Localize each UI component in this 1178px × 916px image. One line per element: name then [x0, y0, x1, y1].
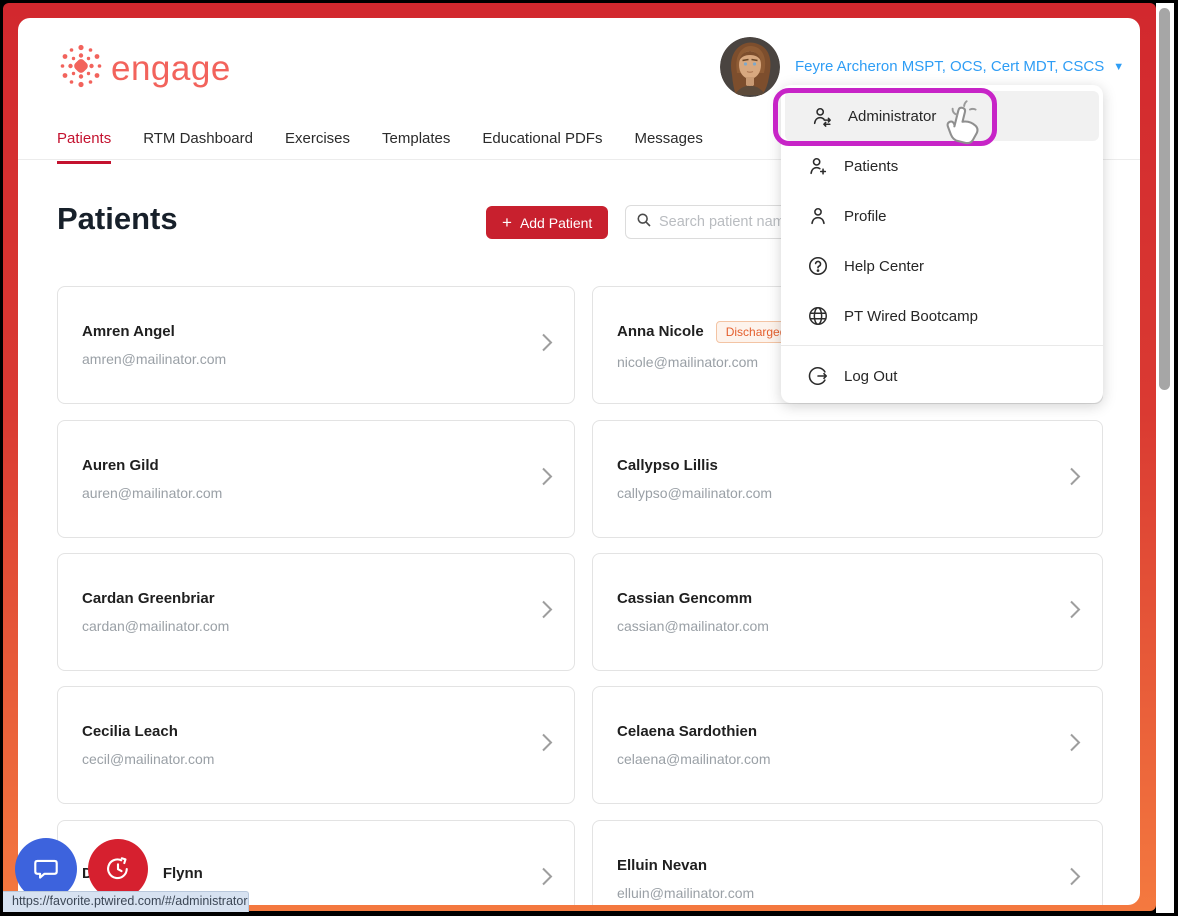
- patient-name: Cassian Gencomm: [617, 590, 753, 607]
- plus-icon: +: [502, 212, 512, 232]
- chevron-right-icon: [540, 598, 554, 627]
- menu-item-profile[interactable]: Profile: [781, 191, 1103, 241]
- patient-card[interactable]: Callypso Lillis callypso@mailinator.com: [592, 420, 1103, 538]
- menu-item-administrator[interactable]: Administrator: [785, 91, 1099, 141]
- patient-card[interactable]: Cecilia Leach cecil@mailinator.com: [57, 686, 575, 804]
- timer-button[interactable]: [88, 839, 148, 899]
- tab-templates[interactable]: Templates: [382, 130, 450, 164]
- chevron-right-icon: [540, 331, 554, 360]
- patient-email: elluin@mailinator.com: [617, 885, 755, 901]
- tab-rtm-dashboard[interactable]: RTM Dashboard: [143, 130, 253, 164]
- avatar[interactable]: [720, 37, 780, 97]
- brand-logo: engage: [57, 42, 231, 95]
- patient-email: auren@mailinator.com: [82, 485, 223, 501]
- scrollbar-track[interactable]: [1156, 3, 1174, 913]
- screen: engage Feyre Archeron MSPT, OCS, Cert MD…: [0, 0, 1178, 916]
- menu-item-label: PT Wired Bootcamp: [844, 307, 978, 325]
- patient-card[interactable]: Cassian Gencomm cassian@mailinator.com: [592, 553, 1103, 671]
- patient-email: cassian@mailinator.com: [617, 618, 769, 634]
- menu-item-label: Profile: [844, 207, 887, 225]
- main-nav: Patients RTM Dashboard Exercises Templat…: [57, 130, 703, 164]
- engage-logo-icon: [57, 42, 105, 95]
- user-menu-trigger[interactable]: Feyre Archeron MSPT, OCS, Cert MDT, CSCS…: [795, 58, 1124, 75]
- patient-email: amren@mailinator.com: [82, 351, 227, 367]
- patient-card[interactable]: Amren Angel amren@mailinator.com: [57, 286, 575, 404]
- menu-divider: [781, 345, 1103, 346]
- person-icon: [807, 205, 829, 227]
- chevron-right-icon: [540, 865, 554, 894]
- menu-item-label: Help Center: [844, 257, 925, 275]
- tab-educational-pdfs[interactable]: Educational PDFs: [482, 130, 602, 164]
- tab-exercises[interactable]: Exercises: [285, 130, 350, 164]
- chevron-right-icon: [1068, 865, 1082, 894]
- patient-name: Celaena Sardothien: [617, 723, 758, 740]
- menu-item-log-out[interactable]: Log Out: [781, 351, 1103, 401]
- patient-name: Callypso Lillis: [617, 457, 718, 474]
- chevron-right-icon: [1068, 465, 1082, 494]
- chevron-right-icon: [540, 731, 554, 760]
- menu-item-label: Log Out: [844, 367, 898, 385]
- user-dropdown-menu: Administrator Patients Profile Help Cent…: [781, 85, 1103, 403]
- patient-name: Cardan Greenbriar: [82, 590, 215, 607]
- tab-messages[interactable]: Messages: [634, 130, 702, 164]
- patient-name: Anna Nicole: [617, 323, 704, 340]
- add-patient-label: Add Patient: [519, 214, 593, 231]
- chevron-right-icon: [1068, 731, 1082, 760]
- patient-email: cecil@mailinator.com: [82, 751, 215, 767]
- switch-user-icon: [811, 105, 833, 127]
- help-circle-icon: [807, 255, 829, 277]
- menu-item-label: Administrator: [848, 107, 937, 125]
- user-name-label: Feyre Archeron MSPT, OCS, Cert MDT, CSCS: [795, 58, 1105, 75]
- menu-item-patients[interactable]: Patients: [781, 141, 1103, 191]
- patient-card[interactable]: Celaena Sardothien celaena@mailinator.co…: [592, 686, 1103, 804]
- patient-email: callypso@mailinator.com: [617, 485, 773, 501]
- patient-card[interactable]: Cardan Greenbriar cardan@mailinator.com: [57, 553, 575, 671]
- patient-name: Amren Angel: [82, 323, 175, 340]
- logout-icon: [807, 365, 829, 387]
- patient-name: Elluin Nevan: [617, 857, 708, 874]
- globe-icon: [807, 305, 829, 327]
- patient-card[interactable]: Auren Gild auren@mailinator.com: [57, 420, 575, 538]
- menu-item-pt-wired-bootcamp[interactable]: PT Wired Bootcamp: [781, 291, 1103, 341]
- brand-logo-text: engage: [111, 48, 231, 88]
- tab-patients[interactable]: Patients: [57, 130, 112, 164]
- menu-item-help-center[interactable]: Help Center: [781, 241, 1103, 291]
- chevron-right-icon: [1068, 598, 1082, 627]
- patient-name: Cecilia Leach: [82, 723, 178, 740]
- browser-status-bar: https://favorite.ptwired.com/#/administr…: [3, 891, 249, 912]
- patient-email: cardan@mailinator.com: [82, 618, 230, 634]
- patient-name: Auren Gild: [82, 457, 159, 474]
- app-page: engage Feyre Archeron MSPT, OCS, Cert MD…: [18, 18, 1140, 905]
- add-patient-button[interactable]: + Add Patient: [486, 206, 609, 239]
- patient-card[interactable]: Elluin Nevan elluin@mailinator.com: [592, 820, 1103, 905]
- page-title: Patients: [57, 201, 178, 236]
- patient-name-suffix: Flynn: [162, 865, 203, 882]
- chevron-down-icon: ▼: [1113, 60, 1125, 73]
- person-add-icon: [807, 155, 829, 177]
- chevron-right-icon: [540, 465, 554, 494]
- patient-email: celaena@mailinator.com: [617, 751, 771, 767]
- search-icon: [636, 212, 652, 233]
- menu-item-label: Patients: [844, 157, 899, 175]
- scrollbar-thumb[interactable]: [1159, 8, 1170, 390]
